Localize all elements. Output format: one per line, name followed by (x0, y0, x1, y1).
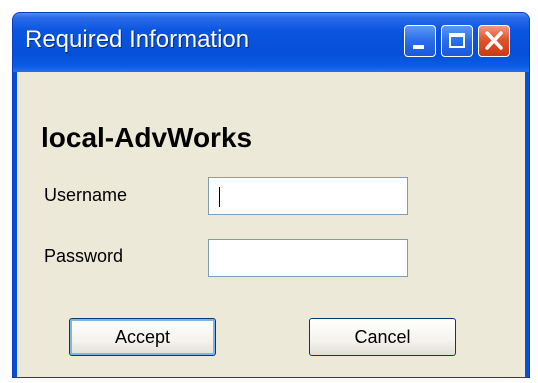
dialog-window: Required Information local-AdvWorks User… (12, 12, 530, 378)
text-caret (219, 187, 220, 207)
connection-name-heading: local-AdvWorks (41, 122, 253, 153)
window-title: Required Information (25, 26, 250, 53)
maximize-icon (449, 33, 465, 48)
close-icon (485, 31, 503, 50)
username-input[interactable] (208, 177, 408, 215)
title-bar[interactable]: Required Information (13, 13, 529, 72)
cancel-button[interactable]: Cancel (309, 318, 456, 356)
dialog-body: local-AdvWorks Username Password Accept … (17, 72, 525, 377)
username-label: Username (44, 185, 128, 205)
minimize-icon (413, 45, 424, 49)
password-input[interactable] (208, 239, 408, 277)
accept-button[interactable]: Accept (69, 318, 216, 356)
password-label: Password (44, 246, 124, 266)
close-button[interactable] (478, 25, 510, 57)
minimize-button[interactable] (404, 25, 436, 57)
maximize-button[interactable] (441, 25, 473, 57)
